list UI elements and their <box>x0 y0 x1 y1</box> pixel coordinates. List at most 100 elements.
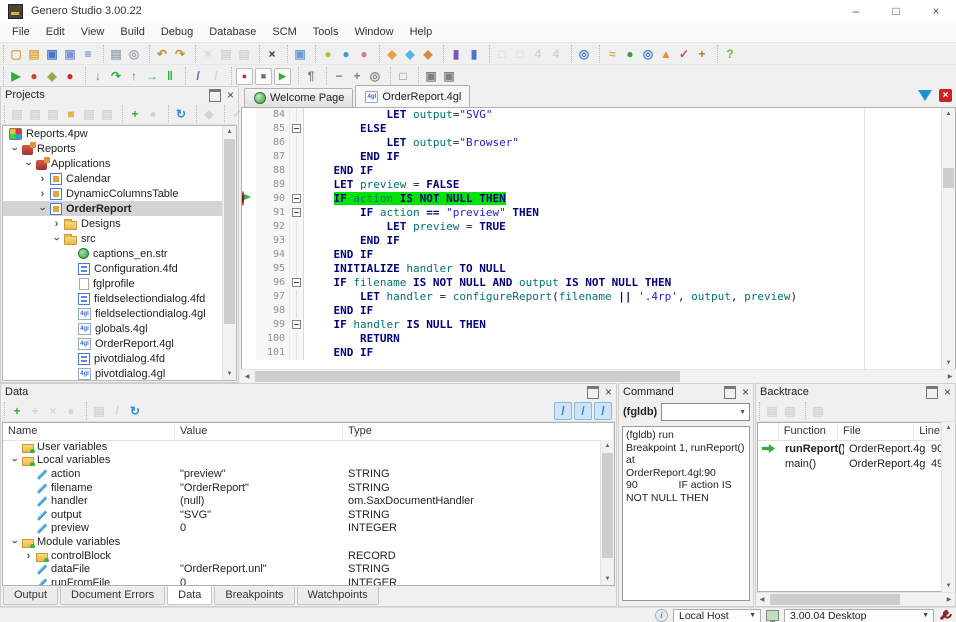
expand-icon[interactable]: › <box>50 219 63 229</box>
bottom-tab-document-errors[interactable]: Document Errors <box>60 587 165 605</box>
expand-icon[interactable]: › <box>22 551 35 561</box>
editor-margin[interactable] <box>242 136 256 150</box>
open-project-icon[interactable]: ▮ <box>465 45 483 63</box>
add-files-icon[interactable]: + <box>126 105 144 123</box>
collapse-icon[interactable]: › <box>10 536 20 548</box>
float-panel-icon[interactable] <box>587 386 599 399</box>
environment-select[interactable]: 3.00.04 Desktop ▼ <box>784 609 934 622</box>
refresh-icon[interactable]: ↻ <box>172 105 190 123</box>
compile-file-icon[interactable]: ● <box>144 105 162 123</box>
editor-margin[interactable] <box>242 220 256 234</box>
previous-document-icon[interactable]: ▣ <box>422 67 440 85</box>
scroll-thumb[interactable] <box>224 139 235 324</box>
collapse-icon[interactable]: › <box>24 157 34 170</box>
redo-icon[interactable]: ↷ <box>171 45 189 63</box>
run-to-line-icon[interactable]: → <box>143 67 161 85</box>
project-tree-item[interactable]: fglprofile <box>3 276 223 291</box>
backtrace-frame[interactable]: main()OrderReport.4gl49 <box>758 456 941 471</box>
bottom-tab-breakpoints[interactable]: Breakpoints <box>214 587 294 605</box>
scroll-thumb[interactable] <box>602 453 613 558</box>
step-out-icon[interactable]: ↑ <box>125 67 143 85</box>
project-tree-item[interactable]: ›src <box>3 231 223 246</box>
host-select[interactable]: Local Host ▼ <box>673 609 761 622</box>
expand-icon[interactable]: › <box>36 189 49 199</box>
scroll-down-icon[interactable]: ▼ <box>223 368 236 380</box>
editor-tab-orderreport-4gl[interactable]: OrderReport.4gl <box>355 85 470 107</box>
wrench-icon[interactable] <box>940 611 950 621</box>
data-scrollbar[interactable]: ▲ ▼ <box>600 440 614 585</box>
bottom-tab-data[interactable]: Data <box>167 586 212 605</box>
info-icon[interactable]: i <box>655 609 668 622</box>
fold-toggle[interactable] <box>290 318 304 332</box>
close-button[interactable]: × <box>916 0 956 22</box>
editor-margin[interactable] <box>242 248 256 262</box>
scroll-up-icon[interactable]: ▲ <box>942 108 955 120</box>
zoom-in-icon[interactable]: + <box>348 67 366 85</box>
new-file-icon[interactable]: ▢ <box>7 45 25 63</box>
close-panel-icon[interactable]: × <box>227 90 234 100</box>
editor-margin[interactable] <box>242 262 256 276</box>
display-icon[interactable] <box>766 610 779 621</box>
scroll-up-icon[interactable]: ▲ <box>942 422 955 434</box>
new-group-icon[interactable]: ■ <box>62 105 80 123</box>
float-panel-icon[interactable] <box>724 386 736 399</box>
menu-build[interactable]: Build <box>112 22 152 42</box>
copy-variable-icon[interactable]: ▤ <box>90 402 108 420</box>
close-panel-icon[interactable]: × <box>944 387 951 397</box>
remove-all-breakpoints-icon[interactable]: / <box>207 67 225 85</box>
save-all-icon[interactable]: ≡ <box>79 45 97 63</box>
menu-view[interactable]: View <box>73 22 113 42</box>
scroll-left-icon[interactable]: ◀ <box>756 596 768 603</box>
edit-variable-icon[interactable]: / <box>108 402 126 420</box>
new-configuration-icon[interactable]: ▤ <box>80 105 98 123</box>
close-document-icon[interactable]: × <box>939 89 952 102</box>
show-whitespace-icon[interactable]: ¶ <box>302 67 320 85</box>
editor-margin[interactable] <box>242 108 256 122</box>
backtrace-frame[interactable]: runReport()OrderReport.4gl90 <box>758 441 941 456</box>
chevron-down-icon[interactable]: ▼ <box>739 409 749 416</box>
undo-icon[interactable]: ↶ <box>153 45 171 63</box>
directory-diff-icon[interactable]: □ <box>511 45 529 63</box>
run-icon[interactable]: ▶ <box>7 67 25 85</box>
print-preview-icon[interactable]: ◎ <box>125 45 143 63</box>
pause-icon[interactable]: ‖ <box>161 67 179 85</box>
record-icon[interactable]: ● <box>236 68 253 85</box>
next-document-icon[interactable]: ▣ <box>440 67 458 85</box>
menu-edit[interactable]: Edit <box>38 22 73 42</box>
project-tree-item[interactable]: ›Applications <box>3 156 223 171</box>
toggle-breakpoint-icon[interactable]: / <box>189 67 207 85</box>
form-diff-4fd-icon[interactable]: 4 <box>547 45 565 63</box>
frame-down-icon[interactable]: ▤ <box>781 402 799 420</box>
project-tree-item[interactable]: OrderReport.4gl <box>3 336 223 351</box>
menu-tools[interactable]: Tools <box>305 22 347 42</box>
minimize-button[interactable]: – <box>836 0 876 22</box>
disable-watch-icon[interactable]: ● <box>62 402 80 420</box>
build-project-icon[interactable]: ◆ <box>200 105 218 123</box>
fold-toggle[interactable] <box>290 276 304 290</box>
variable-row[interactable]: filename"OrderReport"STRING <box>3 481 601 495</box>
fullscreen-editor-icon[interactable]: □ <box>394 67 412 85</box>
new-application-icon[interactable]: ▤ <box>8 105 26 123</box>
editor-margin[interactable] <box>242 234 256 248</box>
scroll-down-icon[interactable]: ▼ <box>601 573 614 585</box>
new-project-icon[interactable]: ▮ <box>447 45 465 63</box>
scroll-down-icon[interactable]: ▼ <box>942 580 955 592</box>
compile-icon[interactable]: ● <box>319 45 337 63</box>
scroll-right-icon[interactable]: ▶ <box>943 596 955 603</box>
column-header-value[interactable]: Value <box>175 423 343 440</box>
scroll-left-icon[interactable]: ◀ <box>241 373 253 380</box>
project-tree-item[interactable]: globals.4gl <box>3 321 223 336</box>
open-icon[interactable]: ▤ <box>25 45 43 63</box>
web-browser-icon[interactable]: ● <box>621 45 639 63</box>
fold-toggle[interactable] <box>290 122 304 136</box>
editor-margin[interactable] <box>242 150 256 164</box>
profile-icon[interactable]: ● <box>25 67 43 85</box>
backtrace-vscrollbar[interactable]: ▲ ▼ <box>941 422 955 592</box>
collapse-icon[interactable]: › <box>52 232 62 245</box>
variable-row[interactable]: ›Module variables <box>3 535 601 549</box>
editor-margin[interactable] <box>242 346 256 360</box>
menu-debug[interactable]: Debug <box>153 22 201 42</box>
project-tree-item[interactable]: fieldselectiondialog.4fd <box>3 291 223 306</box>
project-tree-item[interactable]: fieldselectiondialog.4gl <box>3 306 223 321</box>
scroll-thumb[interactable] <box>255 371 680 382</box>
